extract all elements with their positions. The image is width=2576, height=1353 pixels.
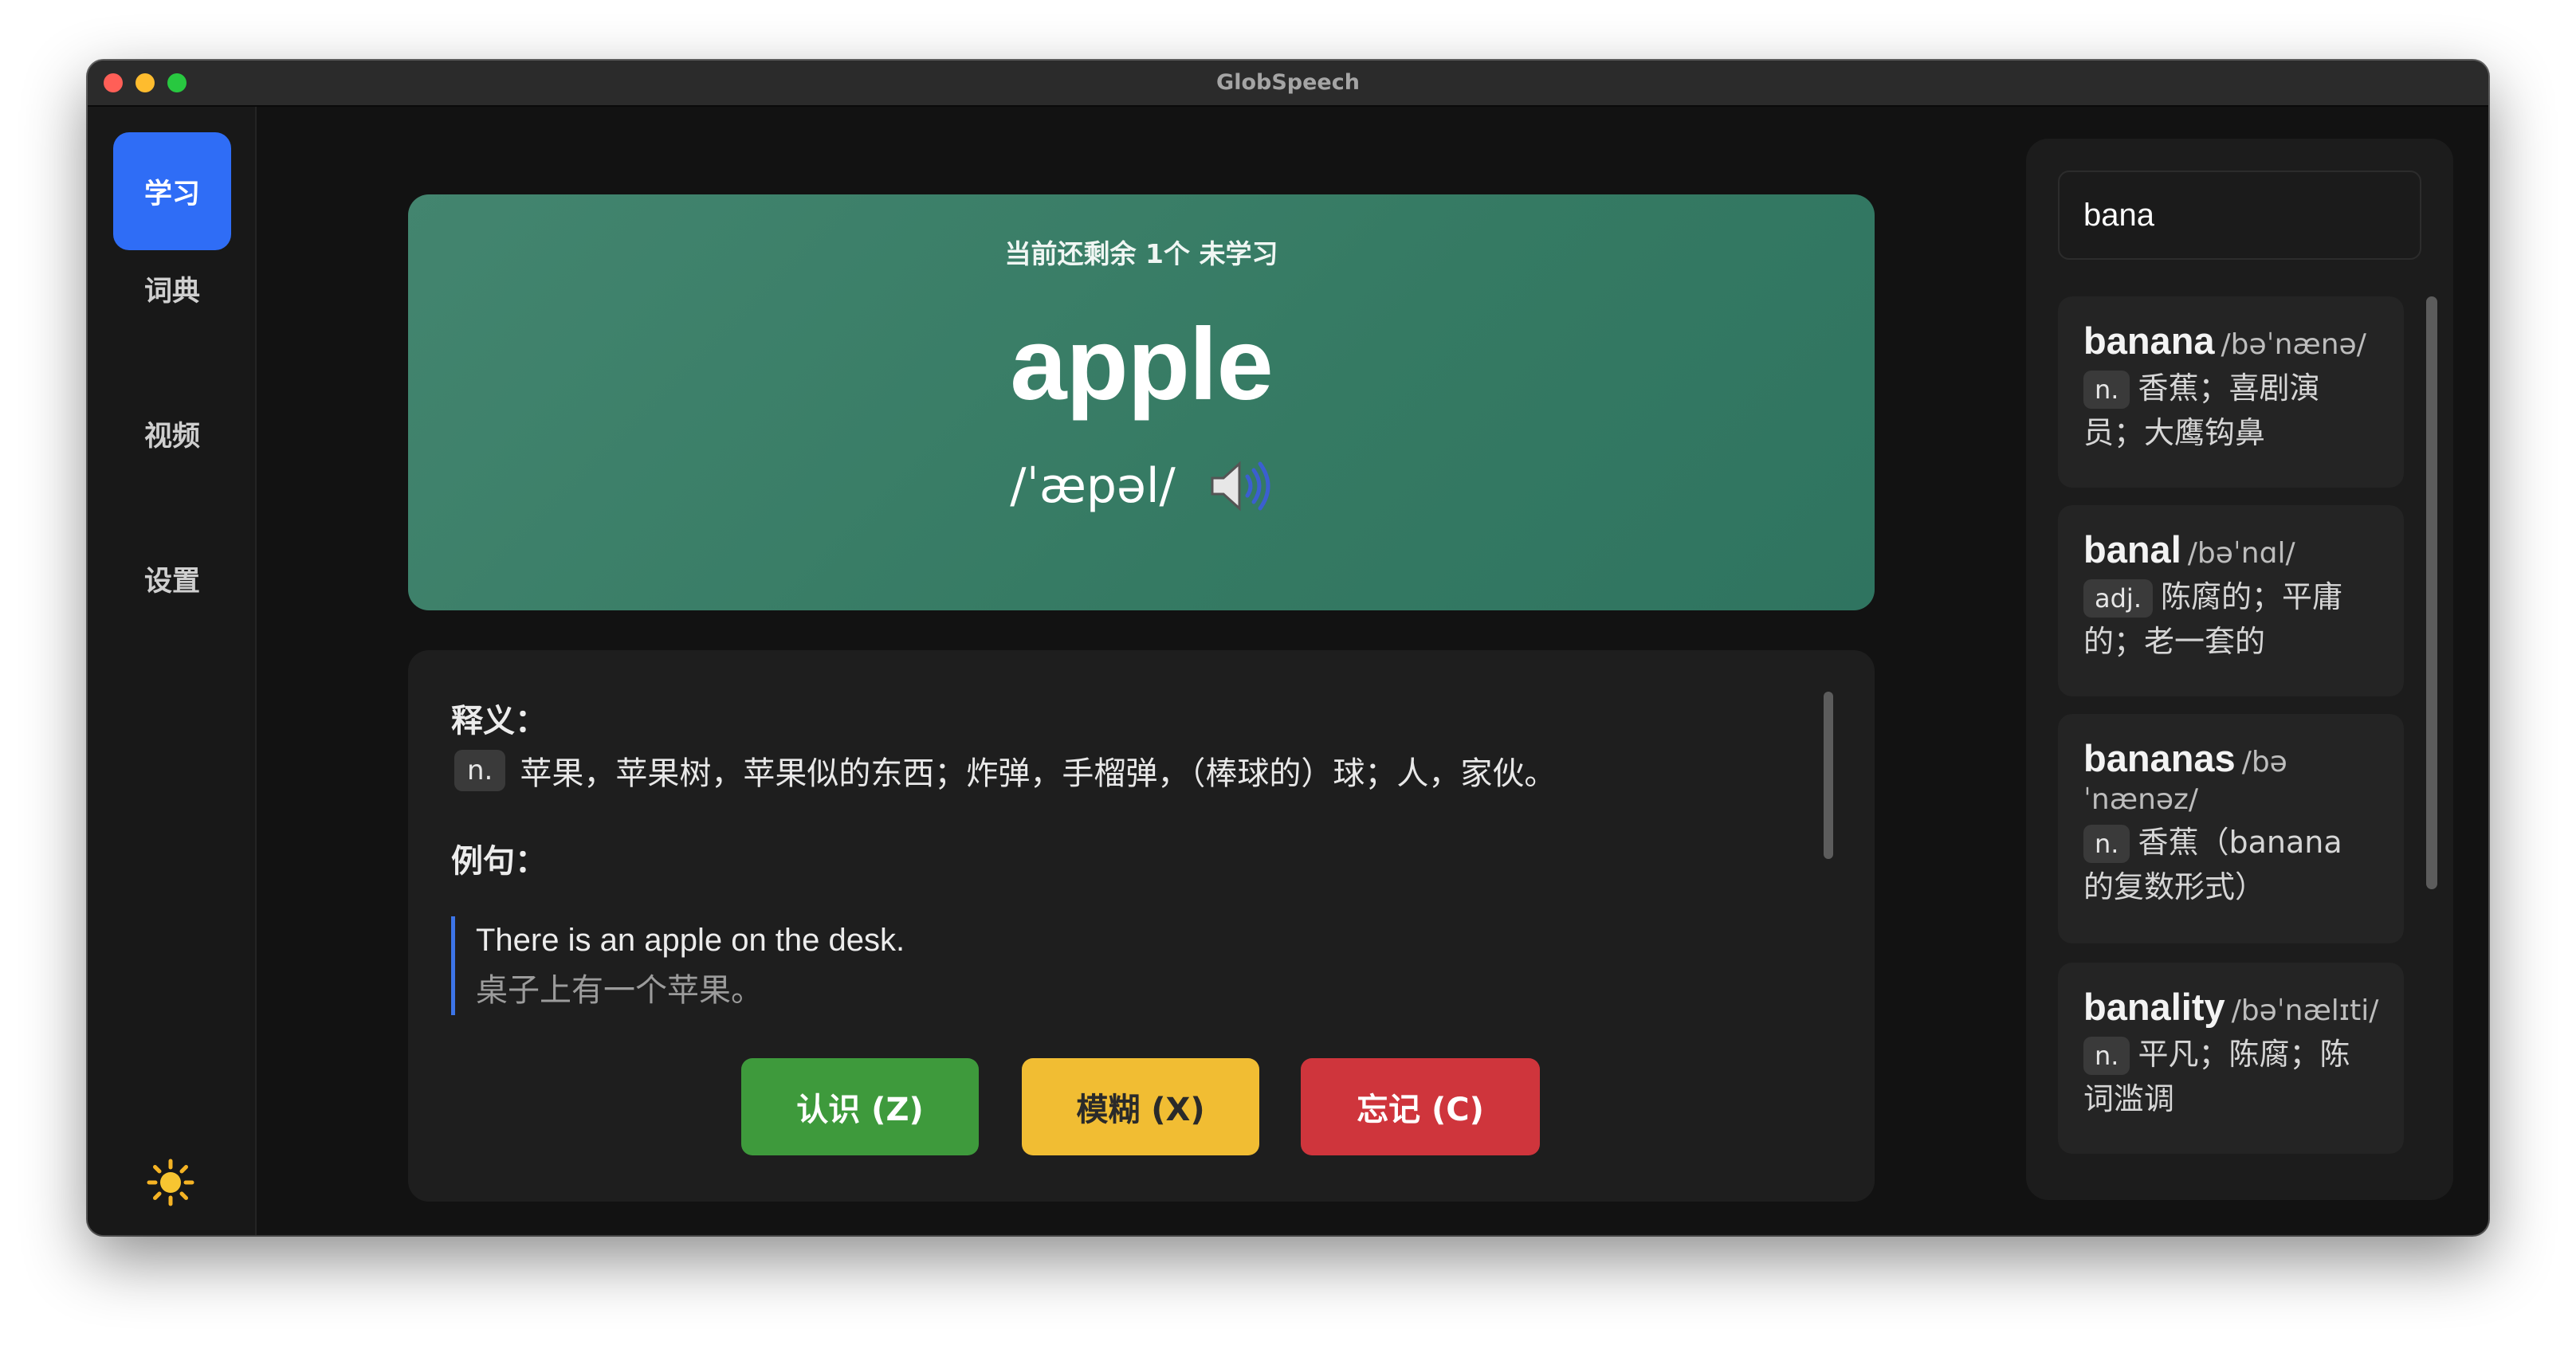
result-phonetic-cont: ˈnænəz/	[2083, 783, 2199, 816]
result-definition: 香蕉（banana	[2138, 825, 2342, 860]
result-pos: adj.	[2083, 579, 2153, 618]
word-card: 当前还剩余 1个 未学习 apple /ˈæpəl/	[408, 194, 1875, 610]
detail-panel: 释义： n. 苹果，苹果树，苹果似的东西；炸弹，手榴弹，（棒球的）球；人，家伙。…	[408, 650, 1875, 1202]
result-word: banal	[2083, 528, 2181, 571]
nav-item-video[interactable]: 视频	[113, 375, 231, 492]
result-word: bananas	[2083, 737, 2236, 779]
result-definition-cont: 的复数形式）	[2083, 869, 2266, 904]
result-word: banana	[2083, 320, 2215, 362]
sun-icon[interactable]	[145, 1157, 196, 1208]
app-window: GlobSpeech 学习 词典 视频 设置 当前还剩余 1个 未学习 appl…	[88, 61, 2488, 1235]
nav-item-dictionary[interactable]: 词典	[113, 229, 231, 347]
speaker-icon[interactable]	[1206, 457, 1273, 515]
result-word: banality	[2083, 986, 2225, 1028]
result-definition: 平凡；陈腐；陈	[2138, 1037, 2350, 1072]
result-item-bananas[interactable]: bananas/bə ˈnænəz/ n. 香蕉（banana 的复数形式）	[2058, 714, 2404, 943]
result-definition: 陈腐的；平庸	[2160, 579, 2342, 614]
fuzzy-button[interactable]: 模糊 (X)	[1022, 1058, 1259, 1155]
know-button[interactable]: 认识 (Z)	[741, 1058, 979, 1155]
pos-tag: n.	[454, 750, 506, 791]
nav-item-settings[interactable]: 设置	[113, 520, 231, 637]
result-pos: n.	[2083, 1037, 2130, 1075]
result-phonetic: /bəˈnænə/	[2221, 328, 2366, 361]
example-label: 例句：	[451, 843, 547, 880]
result-phonetic: /bəˈnɑl/	[2187, 537, 2295, 570]
title-bar: GlobSpeech	[88, 61, 2488, 107]
search-input[interactable]	[2058, 171, 2421, 260]
result-pos: n.	[2083, 825, 2130, 863]
forget-button[interactable]: 忘记 (C)	[1301, 1058, 1540, 1155]
phonetic-row: /ˈæpəl/	[408, 454, 1875, 518]
result-definition-cont: 词滥调	[2083, 1081, 2175, 1116]
results-scrollbar[interactable]	[2426, 296, 2437, 889]
result-item-banal[interactable]: banal/bəˈnɑl/ adj. 陈腐的；平庸 的；老一套的	[2058, 505, 2404, 696]
result-definition-cont: 的；老一套的	[2083, 624, 2266, 659]
result-phonetic: /bə	[2241, 746, 2287, 778]
result-definition: 香蕉；喜剧演	[2138, 371, 2320, 406]
result-phonetic: /bəˈnælɪti/	[2231, 994, 2379, 1027]
result-item-banality[interactable]: banality/bəˈnælɪti/ n. 平凡；陈腐；陈 词滥调	[2058, 963, 2404, 1154]
example-block: There is an apple on the desk. 桌子上有一个苹果。	[451, 916, 1193, 1015]
example-sentence-en: There is an apple on the desk.	[476, 923, 905, 958]
search-panel: banana/bəˈnænə/ n.香蕉；喜剧演 员；大鹰钩鼻 banal/bə…	[2026, 139, 2453, 1200]
example-sentence-zh: 桌子上有一个苹果。	[476, 972, 763, 1009]
definition-label: 释义：	[451, 703, 547, 739]
definition-row: n. 苹果，苹果树，苹果似的东西；炸弹，手榴弹，（棒球的）球；人，家伙。	[454, 747, 1556, 794]
result-pos: n.	[2083, 371, 2130, 409]
sidebar: 学习 词典 视频 设置	[88, 107, 257, 1235]
remaining-count: 当前还剩余 1个 未学习	[1004, 238, 1278, 269]
phonetic: /ˈæpəl/	[1010, 458, 1176, 514]
detail-scrollbar[interactable]	[1824, 692, 1833, 859]
result-item-banana[interactable]: banana/bəˈnænə/ n. 香蕉；喜剧演 员；大鹰钩鼻	[2058, 296, 2404, 488]
result-definition-cont: 员；大鹰钩鼻	[2083, 415, 2266, 450]
window-title: GlobSpeech	[1216, 70, 1360, 95]
definition-text: 苹果，苹果树，苹果似的东西；炸弹，手榴弹，（棒球的）球；人，家伙。	[520, 755, 1557, 792]
current-word: apple	[1010, 308, 1273, 422]
